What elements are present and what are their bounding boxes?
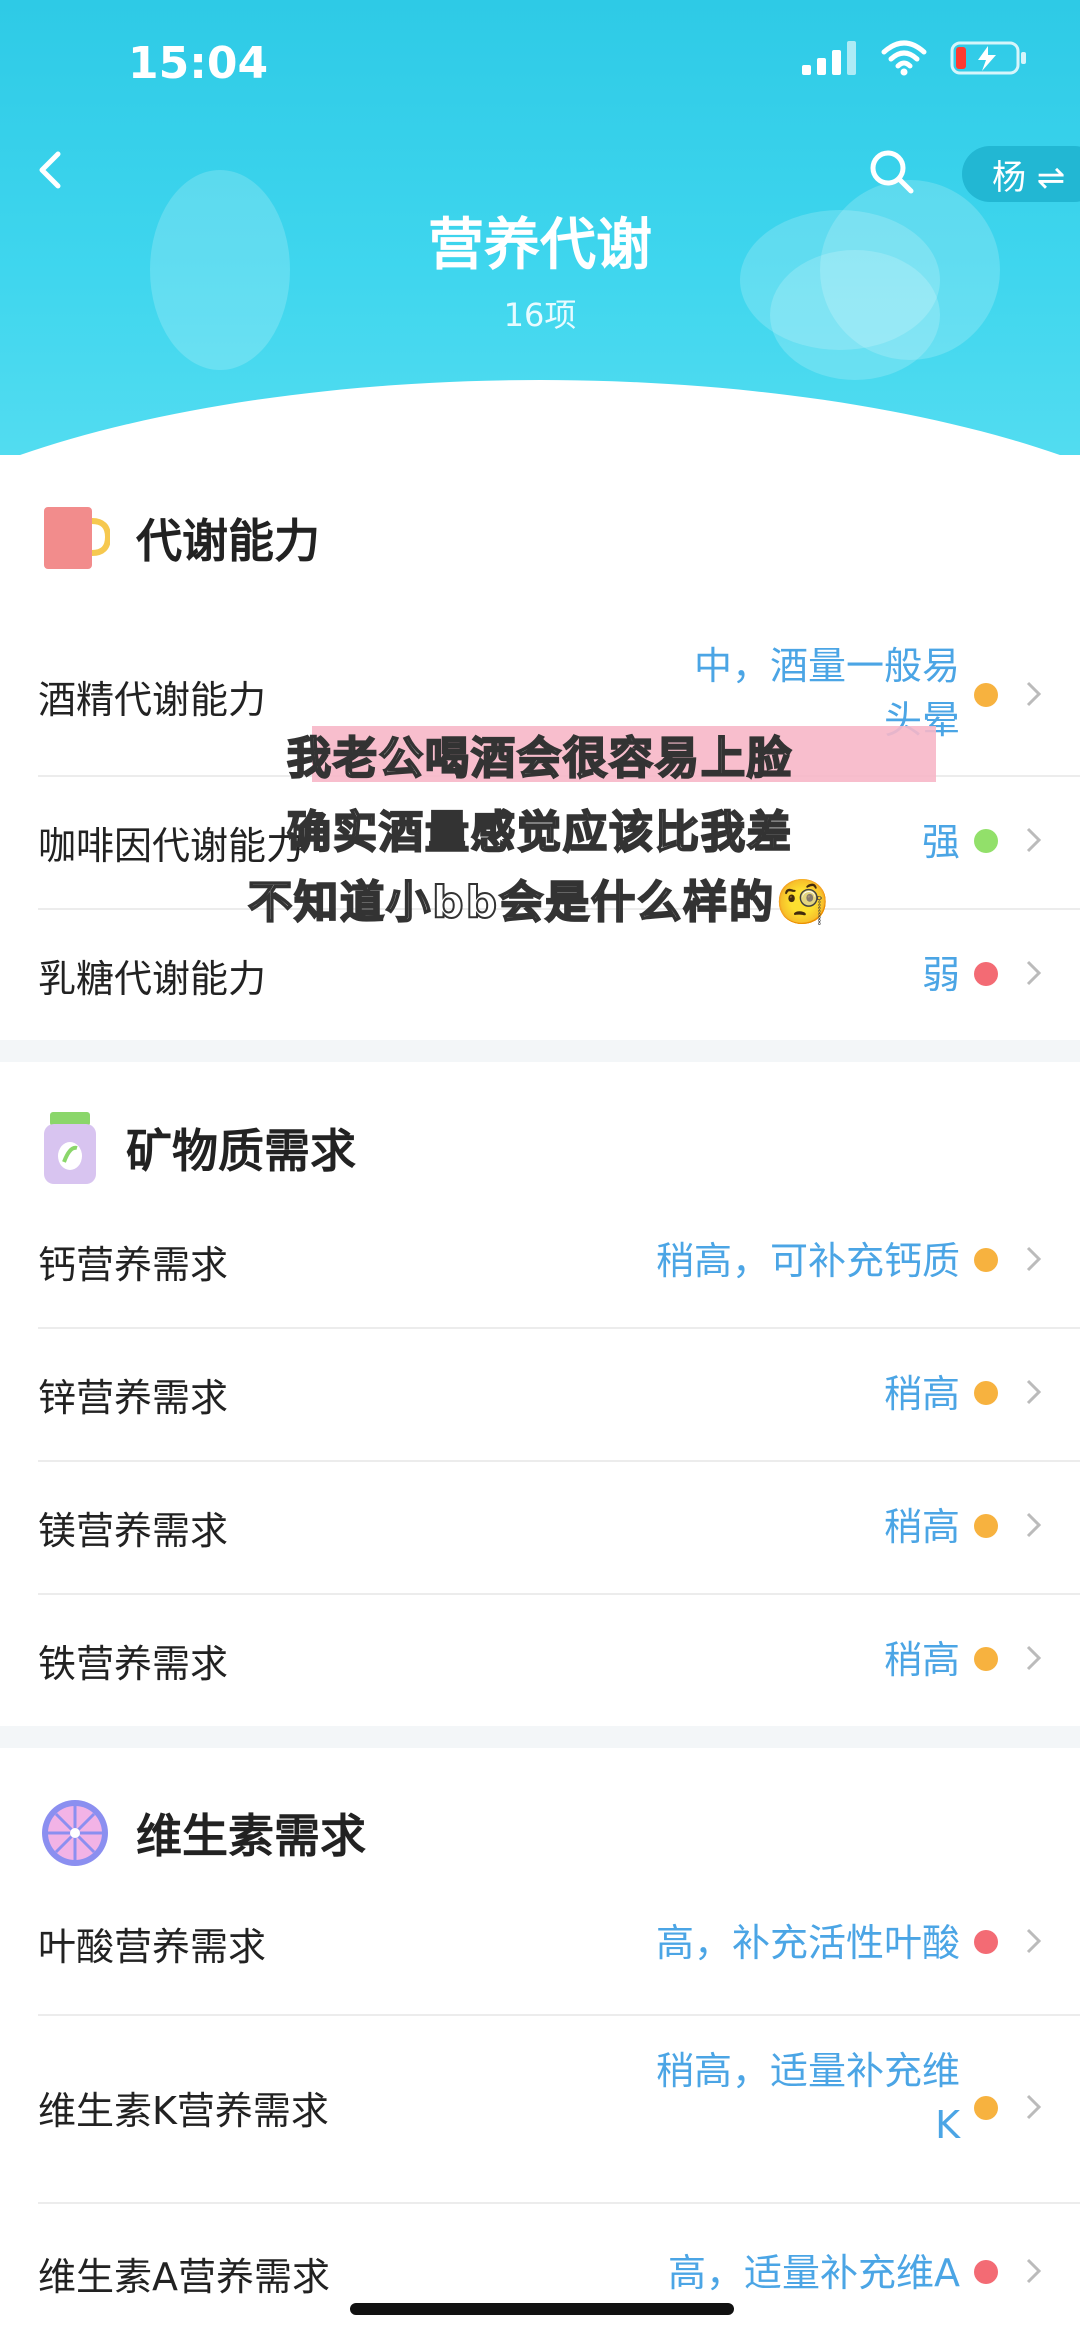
supplement-bottle-icon	[44, 1112, 96, 1184]
status-dot	[974, 962, 998, 986]
section-title: 代谢能力	[136, 514, 320, 568]
section-vitamins: 维生素需求 叶酸营养需求 高，补充活性叶酸 维生素K营养需求 稍高，适量补充维 …	[0, 1748, 1080, 2337]
row-value: 高，适量补充维A	[668, 2251, 960, 2295]
chevron-right-icon	[1026, 2094, 1042, 2120]
row-label: 酒精代谢能力	[38, 678, 267, 722]
section-minerals: 矿物质需求 钙营养需求 稍高，可补充钙质 锌营养需求 稍高 镁营养需求 稍高 铁…	[0, 1062, 1080, 1726]
row-value: 弱	[921, 953, 960, 997]
chevron-right-icon	[1026, 2258, 1042, 2284]
row-value-line1: 稍高，适量补充维	[655, 2049, 960, 2093]
list-item-folic-acid[interactable]: 叶酸营养需求 高，补充活性叶酸	[38, 1876, 1080, 2016]
wifi-icon	[881, 40, 927, 76]
chevron-right-icon	[1026, 1512, 1042, 1538]
chevron-right-icon	[1026, 960, 1042, 986]
section-header: 矿物质需求	[40, 1110, 356, 1186]
signal-icon	[802, 41, 856, 75]
row-value-line2: K	[935, 2103, 960, 2147]
status-dot	[974, 1381, 998, 1405]
status-dot	[974, 683, 998, 707]
row-label: 镁营养需求	[38, 1509, 229, 1553]
list-item-vitamin-k[interactable]: 维生素K营养需求 稍高，适量补充维 K	[38, 2014, 1080, 2204]
status-dot	[974, 2096, 998, 2120]
row-label: 铁营养需求	[38, 1642, 229, 1686]
row-value: 稍高	[883, 1372, 960, 1416]
chevron-right-icon	[1026, 681, 1042, 707]
list-item-zinc[interactable]: 锌营养需求 稍高	[38, 1327, 1080, 1462]
row-label: 叶酸营养需求	[38, 1925, 267, 1969]
row-label: 乳糖代谢能力	[38, 957, 267, 1001]
home-indicator[interactable]	[350, 2303, 734, 2315]
header-curve	[0, 380, 1080, 455]
status-icons	[802, 40, 1030, 76]
status-dot	[974, 1248, 998, 1272]
switch-user-button[interactable]: 杨 ⇌	[962, 146, 1080, 202]
row-value: 稍高，可补充钙质	[655, 1239, 960, 1283]
section-header: 维生素需求	[40, 1798, 366, 1868]
status-dot	[974, 1930, 998, 1954]
row-label: 锌营养需求	[38, 1376, 229, 1420]
mug-icon	[44, 507, 110, 569]
item-count: 16项	[503, 296, 577, 334]
chevron-right-icon	[1026, 1928, 1042, 1954]
section-divider	[0, 1726, 1080, 1748]
list-item-vitamin-a[interactable]: 维生素A营养需求 高，适量补充维A	[38, 2202, 1080, 2337]
search-icon[interactable]	[868, 148, 916, 196]
overlay-caption-line3: 不知道小bb会是什么样的🧐	[247, 876, 832, 929]
back-arrow-icon[interactable]	[30, 148, 74, 192]
section-header: 代谢能力	[40, 505, 320, 571]
status-dot	[974, 1514, 998, 1538]
status-dot	[974, 1647, 998, 1671]
chevron-right-icon	[1026, 1246, 1042, 1272]
list-item-magnesium[interactable]: 镁营养需求 稍高	[38, 1460, 1080, 1595]
list-item-calcium[interactable]: 钙营养需求 稍高，可补充钙质	[38, 1194, 1080, 1329]
header-banner: 15:04 杨 ⇌ 营养代谢 16项	[0, 0, 1080, 455]
overlay-caption-line2: 确实酒量感觉应该比我差	[286, 806, 793, 859]
section-title: 维生素需求	[136, 1809, 366, 1863]
status-time: 15:04	[128, 38, 269, 89]
section-title: 矿物质需求	[126, 1124, 356, 1178]
battery-charging-icon	[950, 41, 1026, 75]
status-dot	[974, 2260, 998, 2284]
chevron-right-icon	[1026, 1645, 1042, 1671]
row-value-line1: 中，酒量一般易	[693, 644, 960, 688]
row-label: 维生素A营养需求	[38, 2255, 330, 2299]
overlay-caption-line1: 我老公喝酒会很容易上脸	[286, 732, 793, 785]
row-value: 稍高	[883, 1505, 960, 1549]
chevron-right-icon	[1026, 1379, 1042, 1405]
list-item-iron[interactable]: 铁营养需求 稍高	[38, 1593, 1080, 1726]
row-value: 高，补充活性叶酸	[655, 1921, 960, 1965]
row-value: 稍高	[883, 1638, 960, 1682]
row-label: 钙营养需求	[38, 1243, 229, 1287]
page-title: 营养代谢	[428, 213, 652, 278]
row-value: 稍高，适量补充维 K	[656, 2044, 960, 2152]
row-label: 维生素K营养需求	[38, 2089, 329, 2133]
citrus-slice-icon	[42, 1800, 108, 1866]
section-divider	[0, 1040, 1080, 1062]
